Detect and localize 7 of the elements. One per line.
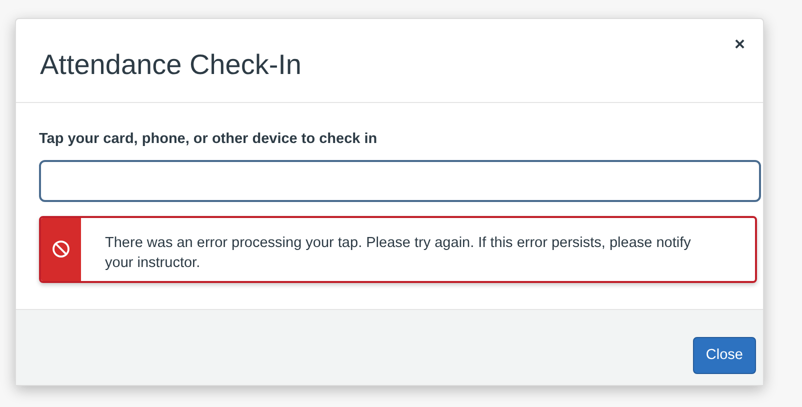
input-field[interactable] bbox=[39, 160, 761, 202]
error-message: There was an error processing your tap. Please try again. If this error persists, please notify your instructor. bbox=[104, 234, 692, 273]
dialog-title: Attendance Check-In bbox=[40, 48, 302, 82]
field-label: Tap your card, phone, or other device to check in bbox=[39, 130, 378, 149]
close-dialog-button[interactable]: Close bbox=[692, 337, 756, 374]
close-button[interactable]: × bbox=[734, 35, 745, 53]
prohibited-icon bbox=[52, 240, 70, 258]
